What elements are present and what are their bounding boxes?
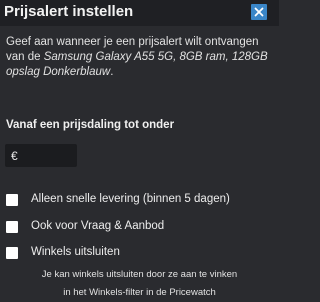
vraag-aanbod-checkbox[interactable]: [6, 221, 18, 233]
currency-symbol: €: [11, 149, 18, 163]
vraag-aanbod-label[interactable]: Ook voor Vraag & Aanbod: [31, 220, 164, 232]
note-line-2: in het Winkels-filter in de Pricewatch: [63, 287, 216, 298]
price-alert-dialog: Prijsalert instellen Geef aan wanneer je…: [0, 0, 279, 302]
exclude-shops-label[interactable]: Winkels uitsluiten: [31, 246, 120, 258]
note-line-1: Je kan winkels uitsluiten door ze aan te…: [41, 269, 238, 280]
close-icon: [254, 7, 264, 17]
price-input[interactable]: [22, 147, 74, 165]
dialog-title: Prijsalert instellen: [4, 3, 134, 20]
exclude-shops-checkbox[interactable]: [6, 247, 18, 259]
exclude-shops-note: Je kan winkels uitsluiten door ze aan te…: [0, 266, 279, 302]
dialog-header: Prijsalert instellen: [0, 0, 279, 26]
price-threshold-label: Vanaf een prijsdaling tot onder: [6, 119, 175, 131]
price-input-field[interactable]: €: [5, 144, 77, 167]
intro-text-after: .: [110, 66, 114, 78]
fast-delivery-checkbox[interactable]: [6, 194, 18, 206]
fast-delivery-label[interactable]: Alleen snelle levering (binnen 5 dagen): [31, 193, 230, 205]
intro-text: Geef aan wanneer je een prijsalert wilt …: [6, 35, 276, 80]
product-name: Samsung Galaxy A55 5G, 8GB ram, 128GB op…: [6, 51, 268, 78]
close-button[interactable]: [251, 4, 267, 20]
